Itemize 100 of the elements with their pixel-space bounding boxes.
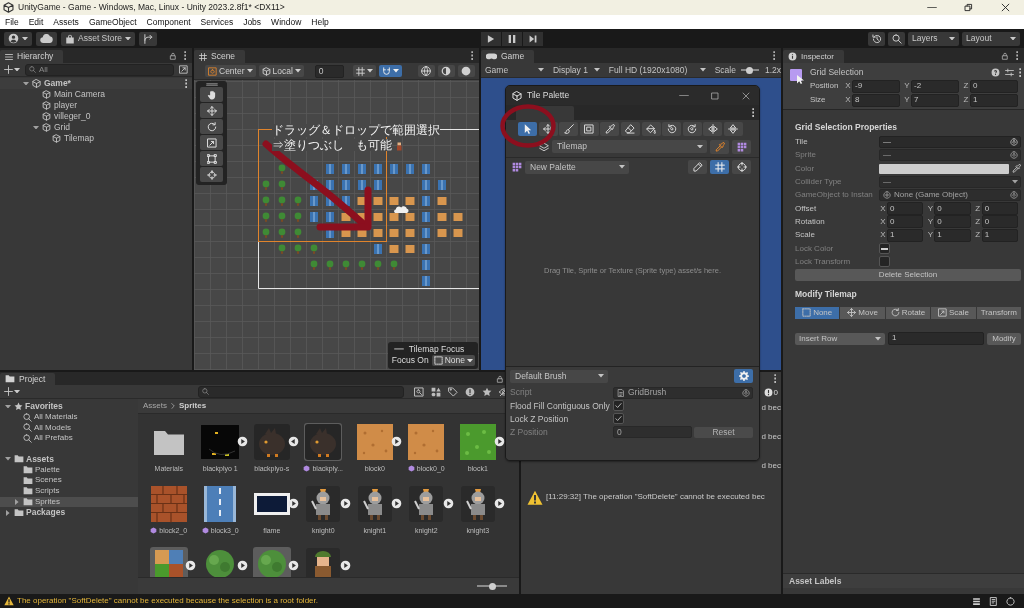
search-button[interactable] xyxy=(888,31,905,46)
lock-icon[interactable] xyxy=(1000,51,1009,60)
project-tree-item[interactable]: All Materials xyxy=(0,411,138,423)
layers-dropdown[interactable]: Layers xyxy=(908,31,959,46)
caret-down-icon[interactable] xyxy=(33,125,39,130)
more-options-icon[interactable] xyxy=(183,51,186,60)
collapse-arrow-icon[interactable] xyxy=(288,436,299,447)
lock-icon[interactable] xyxy=(495,374,504,383)
number-field[interactable]: 7 xyxy=(911,93,959,107)
brush-settings-button[interactable] xyxy=(734,369,753,383)
number-field[interactable]: -2 xyxy=(911,79,959,93)
breadcrumb-link[interactable]: Sprites xyxy=(179,402,207,410)
panel-tab[interactable]: Scene xyxy=(194,50,246,63)
hierarchy-item[interactable]: Main Camera xyxy=(0,89,192,100)
search-field[interactable] xyxy=(198,385,404,398)
menu-item[interactable]: Component xyxy=(141,15,196,29)
drag-handle-icon[interactable] xyxy=(393,347,404,350)
menu-item[interactable]: Services xyxy=(195,15,239,29)
layout-dropdown[interactable]: Layout xyxy=(962,31,1020,46)
more-options-icon[interactable] xyxy=(1018,68,1021,77)
view-toggle-button[interactable] xyxy=(710,160,729,174)
slider-thumb[interactable] xyxy=(489,582,497,590)
palette-tool-button[interactable] xyxy=(559,122,579,136)
palette-tool-button[interactable] xyxy=(703,122,723,136)
menu-item[interactable]: Window xyxy=(266,15,307,29)
project-tree-item[interactable]: Packages xyxy=(0,507,138,518)
snap-value-field[interactable]: 0 xyxy=(314,64,344,78)
console-message[interactable]: [11:29:32] The operation "SoftDelete" cannot be executed bec xyxy=(546,493,765,501)
caret-right-icon[interactable] xyxy=(6,509,10,516)
number-field[interactable]: 1 xyxy=(970,93,1018,107)
console-message[interactable]: d bec xyxy=(761,433,781,441)
pivot-dropdown[interactable]: Center xyxy=(205,65,256,77)
expand-arrow-icon[interactable] xyxy=(339,498,351,509)
number-field[interactable]: 1 xyxy=(887,228,924,242)
number-field[interactable]: 0 xyxy=(934,215,971,229)
menu-item[interactable]: File xyxy=(0,15,24,29)
asset-labels-header[interactable]: Asset Labels xyxy=(783,572,1024,588)
tool-button[interactable] xyxy=(200,151,223,166)
expand-arrow-icon[interactable] xyxy=(185,560,196,571)
sliders-icon[interactable] xyxy=(1004,68,1014,77)
modify-button[interactable]: Modify xyxy=(987,332,1021,345)
number-field[interactable]: 1 xyxy=(981,228,1018,242)
tool-button[interactable] xyxy=(200,87,223,102)
menu-item[interactable]: Edit xyxy=(23,15,49,29)
shading-button[interactable] xyxy=(457,65,475,77)
number-field[interactable]: 0 xyxy=(887,215,924,229)
palette-tool-button[interactable] xyxy=(662,122,682,136)
stack-icon[interactable] xyxy=(972,596,981,606)
number-field[interactable]: 0 xyxy=(981,202,1018,216)
step-button[interactable] xyxy=(523,31,543,46)
tag-icon[interactable] xyxy=(448,386,458,397)
mode-button[interactable]: Scale xyxy=(931,306,976,319)
project-tree-item[interactable]: Palette xyxy=(0,464,138,476)
number-field[interactable]: 8 xyxy=(852,93,900,107)
menu-item[interactable]: Assets xyxy=(48,15,84,29)
expand-arrow-icon[interactable] xyxy=(339,560,351,571)
alert-icon[interactable] xyxy=(465,386,475,397)
progress-ring-icon[interactable] xyxy=(1006,596,1015,606)
menu-item[interactable]: Jobs xyxy=(238,15,267,29)
star-icon[interactable] xyxy=(482,386,492,397)
project-tree-item[interactable]: Favorites xyxy=(0,401,138,412)
project-tree-item[interactable]: Scenes xyxy=(0,475,138,486)
mode-button[interactable]: Rotate xyxy=(885,306,931,319)
more-options-icon[interactable] xyxy=(772,51,775,60)
delete-selection-button[interactable]: Delete Selection xyxy=(795,269,1021,282)
palette-tool-button[interactable] xyxy=(620,122,640,136)
menu-item[interactable]: GameObject xyxy=(83,15,142,29)
expand-arrow-icon[interactable] xyxy=(442,498,454,509)
pause-button[interactable] xyxy=(502,31,522,46)
grid-button[interactable] xyxy=(352,65,376,77)
hierarchy-item[interactable]: player xyxy=(0,100,192,111)
more-options-icon[interactable] xyxy=(1015,51,1018,60)
number-field[interactable]: 0 xyxy=(934,202,971,216)
color-field[interactable] xyxy=(879,163,1009,174)
expand-arrow-icon[interactable] xyxy=(288,498,299,509)
project-tree-item[interactable]: All Prefabs xyxy=(0,433,138,444)
play-button[interactable] xyxy=(481,31,501,46)
expand-arrow-icon[interactable] xyxy=(391,498,402,509)
help-icon[interactable] xyxy=(990,68,1000,77)
target-dropdown[interactable]: Tilemap xyxy=(552,140,707,153)
caret-down-icon[interactable] xyxy=(5,457,11,461)
palette-dropdown[interactable]: New Palette xyxy=(525,160,629,174)
tool-button[interactable] xyxy=(200,167,223,182)
object-field[interactable]: — xyxy=(879,136,1021,149)
mode-button[interactable]: Transform xyxy=(976,306,1022,319)
count-field[interactable]: 1 xyxy=(888,331,984,345)
checkbox[interactable] xyxy=(613,400,624,412)
history-button[interactable] xyxy=(868,31,885,46)
drag-handle-icon[interactable] xyxy=(205,83,218,86)
number-field[interactable]: 0 xyxy=(970,79,1018,93)
project-tree-item[interactable]: All Models xyxy=(0,422,138,434)
tool-button[interactable] xyxy=(200,135,223,150)
expand-arrow-icon[interactable] xyxy=(391,436,402,447)
caret-right-icon[interactable] xyxy=(15,498,19,505)
brush-dropdown[interactable]: Default Brush xyxy=(510,369,608,383)
space-dropdown[interactable]: Local xyxy=(258,65,304,77)
create-dropdown[interactable] xyxy=(4,65,20,74)
hierarchy-item[interactable]: Game* xyxy=(0,78,192,89)
project-tree-item[interactable]: Assets xyxy=(0,453,138,465)
tool-button[interactable] xyxy=(200,103,223,118)
